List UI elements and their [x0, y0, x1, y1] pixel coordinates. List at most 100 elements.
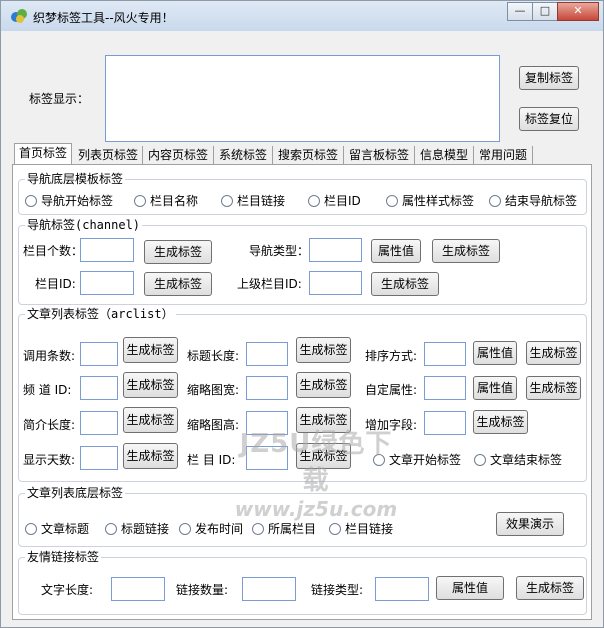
parent-id-generate-button[interactable]: 生成标签 [371, 272, 439, 296]
radio-column-name[interactable]: 栏目名称 [134, 194, 198, 208]
col-count-input[interactable] [80, 238, 134, 262]
nav-col-count-generate-button[interactable]: 生成标签 [144, 240, 212, 264]
channel-id-generate-button[interactable]: 生成标签 [123, 372, 178, 398]
custom-attr-generate-button[interactable]: 生成标签 [526, 376, 581, 400]
col-id-label: 栏目ID: [35, 277, 76, 291]
thumb-width-label: 缩略图宽: [187, 383, 240, 397]
nav-tag-title: 导航标签(channel) [25, 218, 143, 232]
custom-attr-attr-button[interactable]: 属性值 [473, 376, 517, 400]
radio-column-id[interactable]: 栏目ID [308, 194, 361, 208]
radio-icon [252, 523, 264, 535]
tab-content-page[interactable]: 内容页标签 [144, 146, 214, 165]
radio-icon [474, 454, 486, 466]
tag-display-textarea[interactable] [105, 55, 500, 142]
demo-button[interactable]: 效果演示 [496, 512, 564, 536]
arclist-col-id-label: 栏 目 ID: [187, 453, 236, 467]
tab-guestbook[interactable]: 留言板标签 [345, 146, 415, 165]
sort-order-attr-button[interactable]: 属性值 [473, 341, 517, 365]
radio-icon [134, 195, 146, 207]
nav-type-generate-button[interactable]: 生成标签 [432, 239, 500, 263]
tab-system[interactable]: 系统标签 [215, 146, 273, 165]
radio-attr-style[interactable]: 属性样式标签 [386, 194, 474, 208]
arclist-group: 文章列表标签（arclist） 调用条数: 生成标签 标题长度: 生成标签 排序… [18, 307, 587, 482]
arclist-title: 文章列表标签（arclist） [25, 307, 176, 321]
nav-bottom-group: 导航底层模板标签 导航开始标签 栏目名称 栏目链接 栏目ID 属性样式标签 结束… [18, 172, 587, 215]
intro-length-generate-button[interactable]: 生成标签 [123, 407, 178, 433]
radio-article-start[interactable]: 文章开始标签 [373, 453, 461, 467]
title-length-input[interactable] [246, 342, 288, 366]
thumb-height-generate-button[interactable]: 生成标签 [296, 407, 351, 433]
display-days-generate-button[interactable]: 生成标签 [123, 443, 178, 469]
display-days-input[interactable] [80, 446, 118, 470]
nav-type-input[interactable] [309, 238, 362, 262]
thumb-height-input[interactable] [246, 411, 288, 435]
radio-icon [25, 195, 37, 207]
minimize-button[interactable]: — [507, 2, 533, 21]
add-field-generate-button[interactable]: 生成标签 [473, 410, 528, 434]
link-type-attr-button[interactable]: 属性值 [436, 576, 504, 600]
title-bar[interactable]: 织梦标签工具--风火专用！ — □ ✕ [1, 1, 603, 31]
link-type-input[interactable] [375, 577, 429, 601]
radio-icon [308, 195, 320, 207]
copy-tag-button[interactable]: 复制标签 [519, 66, 579, 90]
radio-column-link[interactable]: 栏目链接 [221, 194, 285, 208]
close-button[interactable]: ✕ [557, 2, 599, 21]
radio-icon [489, 195, 501, 207]
link-count-input[interactable] [242, 577, 296, 601]
title-length-label: 标题长度: [187, 349, 240, 363]
app-window: 织梦标签工具--风火专用！ — □ ✕ 标签显示： 复制标签 标签复位 首页标签… [0, 0, 604, 628]
col-id-input[interactable] [80, 271, 134, 295]
app-icon [11, 9, 27, 23]
add-field-label: 增加字段: [365, 418, 418, 432]
thumb-width-input[interactable] [246, 376, 288, 400]
client-area: 标签显示： 复制标签 标签复位 首页标签 列表页标签 内容页标签 系统标签 搜索… [8, 31, 596, 623]
radio-icon [221, 195, 233, 207]
arclist-col-id-generate-button[interactable]: 生成标签 [296, 443, 351, 469]
link-count-label: 链接数量: [176, 583, 229, 597]
radio-publish-time[interactable]: 发布时间 [179, 522, 243, 536]
custom-attr-label: 自定属性: [365, 383, 418, 397]
radio-icon [25, 523, 37, 535]
radio-column-link-2[interactable]: 栏目链接 [329, 522, 393, 536]
reset-tag-button[interactable]: 标签复位 [519, 107, 579, 131]
thumb-height-label: 缩略图高: [187, 418, 240, 432]
text-length-input[interactable] [111, 577, 165, 601]
tab-home[interactable]: 首页标签 [14, 143, 72, 165]
friend-link-generate-button[interactable]: 生成标签 [516, 576, 584, 600]
parent-col-id-input[interactable] [309, 271, 362, 295]
call-count-label: 调用条数: [23, 349, 76, 363]
custom-attr-input[interactable] [424, 376, 466, 400]
friend-link-title: 友情链接标签 [25, 550, 102, 564]
nav-tag-group: 导航标签(channel) 栏目个数： 生成标签 导航类型： 属性值 生成标签 … [18, 218, 587, 305]
title-length-generate-button[interactable]: 生成标签 [296, 337, 351, 363]
radio-nav-end[interactable]: 结束导航标签 [489, 194, 577, 208]
maximize-button[interactable]: □ [532, 2, 558, 21]
tab-list-page[interactable]: 列表页标签 [74, 146, 143, 165]
radio-title-link[interactable]: 标题链接 [105, 522, 169, 536]
add-field-input[interactable] [424, 411, 466, 435]
intro-length-input[interactable] [80, 411, 118, 435]
sort-order-generate-button[interactable]: 生成标签 [526, 341, 581, 365]
tab-info-model[interactable]: 信息模型 [416, 146, 474, 165]
text-length-label: 文字长度: [41, 583, 94, 597]
link-type-label: 链接类型: [311, 583, 364, 597]
radio-article-title[interactable]: 文章标题 [25, 522, 89, 536]
radio-icon [329, 523, 341, 535]
radio-article-end[interactable]: 文章结束标签 [474, 453, 562, 467]
channel-id-input[interactable] [80, 376, 118, 400]
nav-type-attr-button[interactable]: 属性值 [371, 239, 421, 263]
call-count-generate-button[interactable]: 生成标签 [123, 337, 178, 363]
tab-search-page[interactable]: 搜索页标签 [274, 146, 344, 165]
nav-bottom-title: 导航底层模板标签 [25, 172, 126, 186]
call-count-input[interactable] [80, 342, 118, 366]
sort-order-input[interactable] [424, 342, 466, 366]
thumb-width-generate-button[interactable]: 生成标签 [296, 372, 351, 398]
radio-nav-start[interactable]: 导航开始标签 [25, 194, 113, 208]
tab-faq[interactable]: 常用问题 [475, 146, 533, 165]
window-title: 织梦标签工具--风火专用！ [33, 11, 174, 25]
parent-col-id-label: 上级栏目ID: [237, 277, 302, 291]
arclist-col-id-input[interactable] [246, 446, 288, 470]
nav-col-id-generate-button[interactable]: 生成标签 [144, 272, 212, 296]
radio-column[interactable]: 所属栏目 [252, 522, 316, 536]
sort-order-label: 排序方式: [365, 349, 418, 363]
